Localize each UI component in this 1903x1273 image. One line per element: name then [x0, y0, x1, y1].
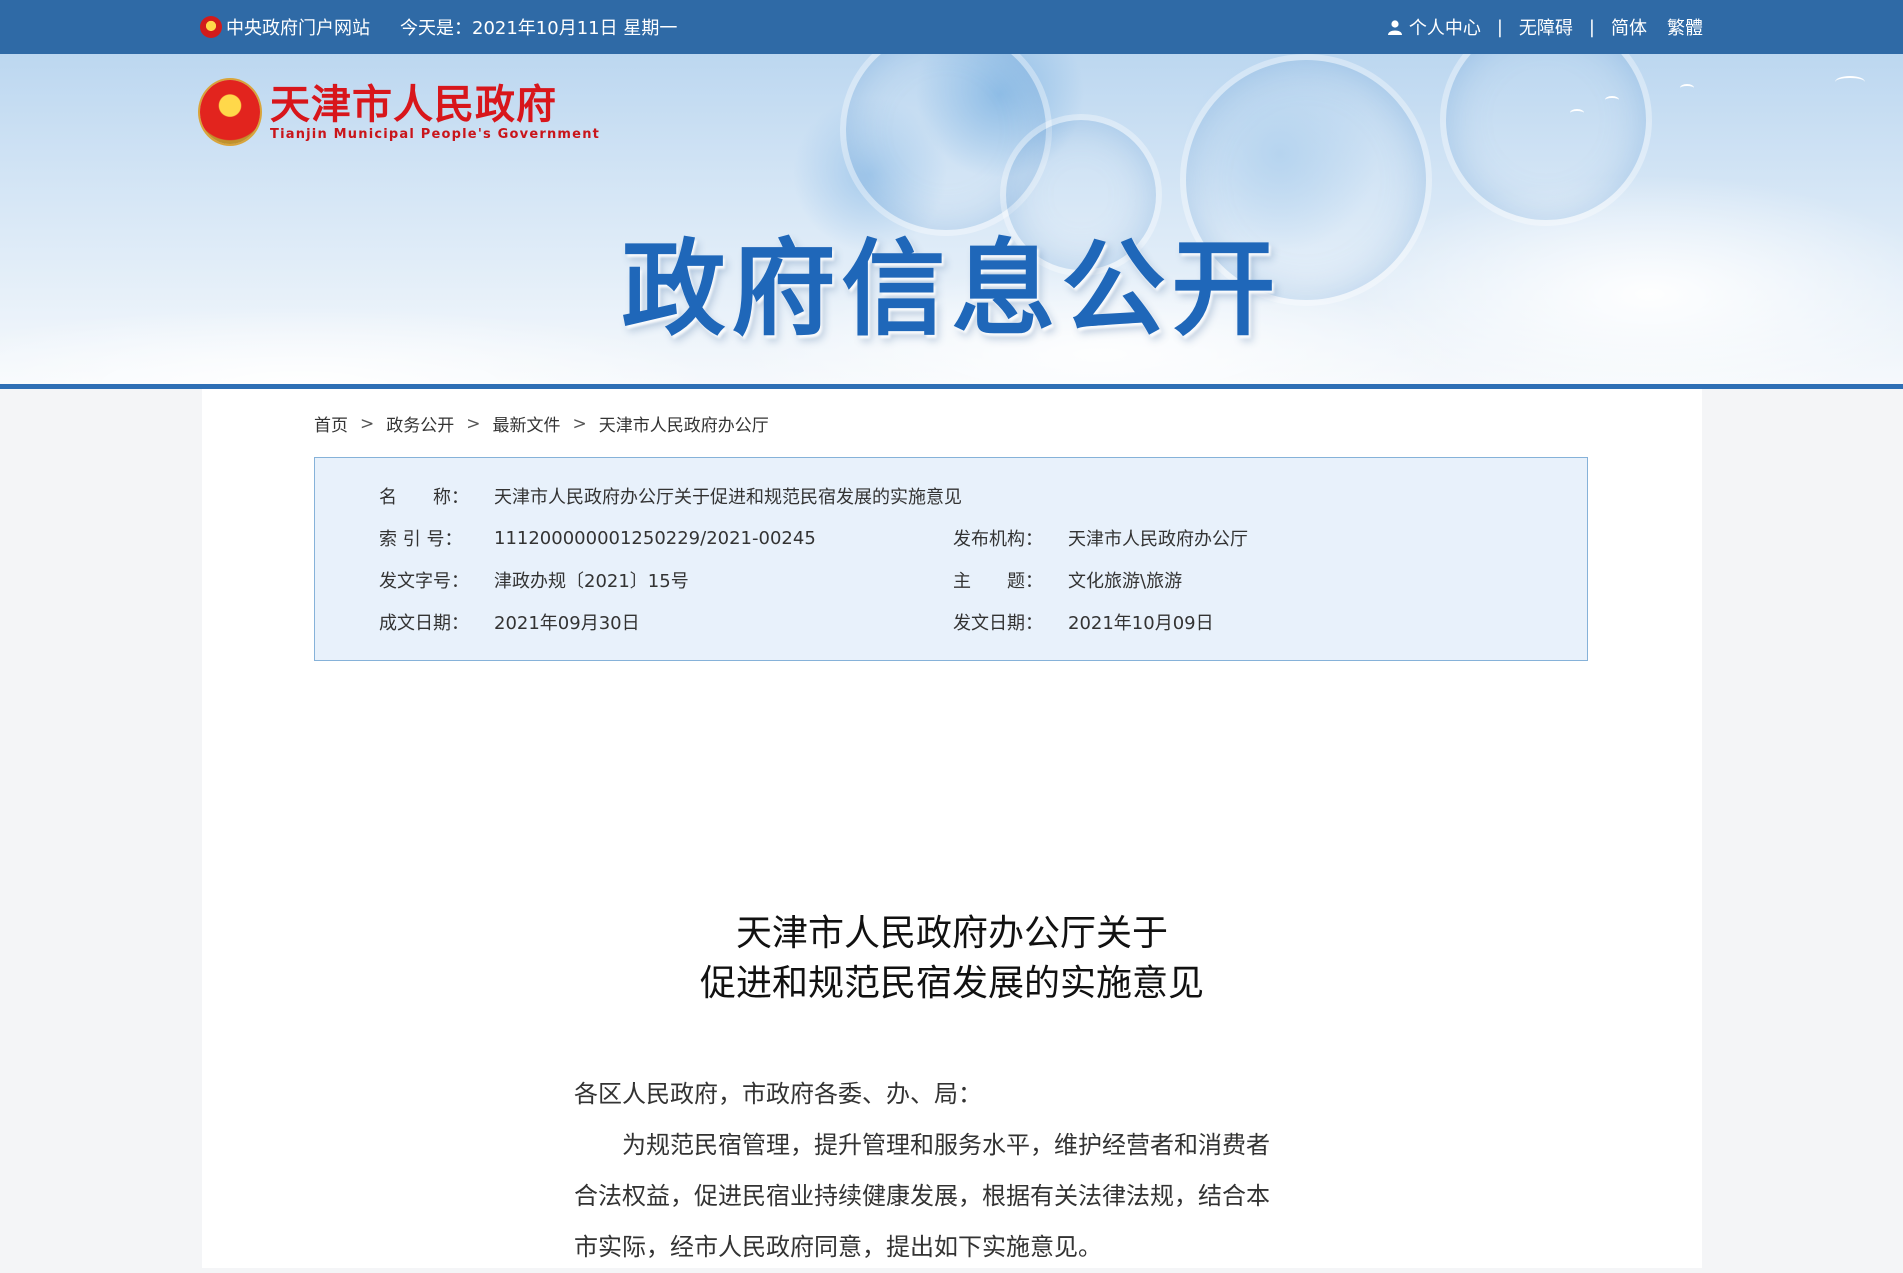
- site-logo[interactable]: 天津市人民政府 Tianjin Municipal People's Gover…: [200, 80, 600, 144]
- info-label: 主 题：: [953, 571, 1043, 592]
- top-bar-right: 个人中心 | 无障碍 | 简体 繁體: [1387, 0, 1703, 54]
- bird-decoration: [1680, 84, 1694, 92]
- divider: |: [1496, 16, 1503, 38]
- info-row-created: 成文日期： 2021年09月30日: [379, 610, 640, 634]
- info-row-published: 发文日期： 2021年10月09日: [953, 610, 1214, 634]
- divider: |: [1588, 16, 1595, 38]
- info-value: 2021年10月09日: [1068, 613, 1214, 634]
- central-gov-portal-link[interactable]: 中央政府门户网站: [226, 14, 370, 40]
- document-title: 天津市人民政府办公厅关于 促进和规范民宿发展的实施意见: [202, 909, 1702, 1009]
- info-value: 津政办规〔2021〕15号: [494, 571, 689, 592]
- top-bar: 中央政府门户网站 今天是：2021年10月11日 星期一 个人中心 | 无障碍 …: [0, 0, 1903, 54]
- document-paragraph-line: 合法权益，促进民宿业持续健康发展，根据有关法律法规，结合本: [574, 1182, 1270, 1210]
- bird-decoration: [1835, 76, 1865, 88]
- document-paragraph-line: 为规范民宿管理，提升管理和服务水平，维护经营者和消费者: [622, 1131, 1270, 1159]
- info-row-index: 索 引 号： 111200000001250229/2021-00245: [379, 526, 816, 551]
- accessibility-link[interactable]: 无障碍: [1519, 14, 1573, 40]
- info-value: 天津市人民政府办公厅关于促进和规范民宿发展的实施意见: [494, 487, 962, 508]
- info-label: 名 称：: [379, 487, 469, 508]
- national-emblem-icon: [200, 16, 222, 38]
- info-label: 发布机构：: [953, 529, 1043, 550]
- national-emblem-icon: [200, 80, 260, 144]
- info-label: 发文字号：: [379, 571, 469, 592]
- breadcrumb-gov-affairs[interactable]: 政务公开: [386, 411, 454, 436]
- document-salutation: 各区人民政府，市政府各委、办、局：: [574, 1080, 982, 1108]
- logo-chinese-name: 天津市人民政府: [270, 81, 557, 128]
- bird-decoration: [1605, 96, 1619, 104]
- info-row-name: 名 称： 天津市人民政府办公厅关于促进和规范民宿发展的实施意见: [379, 484, 962, 508]
- user-icon: [1387, 20, 1402, 35]
- document-title-line: 天津市人民政府办公厅关于: [735, 913, 1168, 954]
- breadcrumb-separator: >: [360, 413, 375, 434]
- info-label: 发文日期：: [953, 613, 1043, 634]
- info-value: 天津市人民政府办公厅: [1068, 529, 1248, 550]
- breadcrumb-home[interactable]: 首页: [314, 411, 348, 436]
- top-bar-left: 中央政府门户网站 今天是：2021年10月11日 星期一: [200, 0, 677, 54]
- simplified-chinese-link[interactable]: 简体: [1611, 14, 1647, 40]
- breadcrumb-separator: >: [572, 413, 587, 434]
- bird-decoration: [1570, 109, 1584, 117]
- breadcrumb-separator: >: [466, 413, 481, 434]
- info-value: 文化旅游\旅游: [1068, 571, 1183, 592]
- info-row-topic: 主 题： 文化旅游\旅游: [953, 568, 1182, 592]
- current-date: 今天是：2021年10月11日 星期一: [400, 18, 678, 39]
- breadcrumb-latest-files[interactable]: 最新文件: [493, 411, 561, 436]
- section-title: 政府信息公开: [621, 228, 1282, 350]
- document-body: 各区人民政府，市政府各委、办、局： 为规范民宿管理，提升管理和服务水平，维护经营…: [574, 1069, 1334, 1273]
- rose-decoration: [1440, 54, 1652, 226]
- breadcrumb-general-office[interactable]: 天津市人民政府办公厅: [599, 411, 769, 436]
- info-row-publisher: 发布机构： 天津市人民政府办公厅: [953, 526, 1248, 550]
- content-panel: 首页 > 政务公开 > 最新文件 > 天津市人民政府办公厅 名 称： 天津市人民…: [202, 389, 1702, 1268]
- personal-center-link[interactable]: 个人中心: [1409, 14, 1481, 40]
- logo-english-name: Tianjin Municipal People's Government: [270, 126, 601, 142]
- info-label: 索 引 号：: [379, 529, 463, 550]
- header-banner: 天津市人民政府 Tianjin Municipal People's Gover…: [0, 54, 1903, 386]
- info-value: 111200000001250229/2021-00245: [494, 527, 816, 549]
- document-paragraph-line: 市实际，经市人民政府同意，提出如下实施意见。: [574, 1233, 1102, 1261]
- document-info-box: 名 称： 天津市人民政府办公厅关于促进和规范民宿发展的实施意见 索 引 号： 1…: [314, 457, 1588, 661]
- info-value: 2021年09月30日: [494, 613, 640, 634]
- info-row-docno: 发文字号： 津政办规〔2021〕15号: [379, 568, 689, 592]
- document-title-line: 促进和规范民宿发展的实施意见: [699, 963, 1204, 1004]
- traditional-chinese-link[interactable]: 繁體: [1667, 14, 1703, 40]
- info-label: 成文日期：: [379, 613, 469, 634]
- breadcrumb: 首页 > 政务公开 > 最新文件 > 天津市人民政府办公厅: [314, 411, 769, 437]
